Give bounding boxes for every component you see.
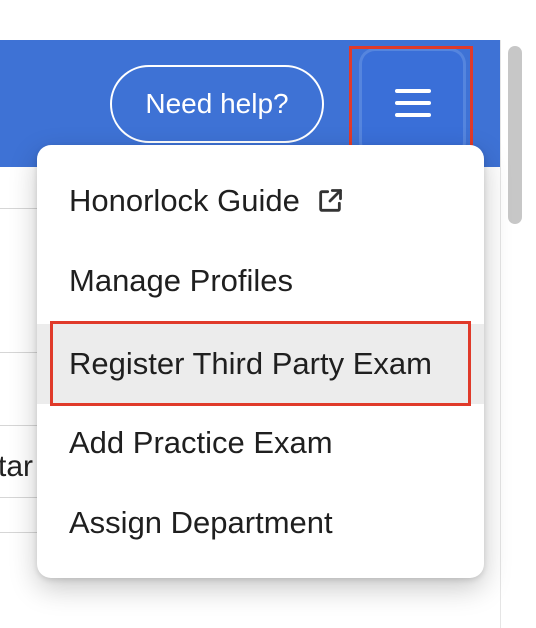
menu-item-register-third-party-exam[interactable]: Register Third Party Exam [37,324,484,404]
menu-toggle-button[interactable] [359,48,466,158]
menu-item-label: Assign Department [69,505,333,540]
external-link-icon [319,189,342,212]
app-viewport: Need help? tar Honorlock Guide Manage Pr… [0,0,536,628]
dropdown-menu: Honorlock Guide Manage Profiles Register… [37,145,484,578]
menu-item-label: Register Third Party Exam [69,346,432,381]
menu-item-label: Honorlock Guide [69,183,300,218]
scrollbar-thumb[interactable] [508,46,522,224]
background-cell-text: tar [0,450,34,483]
menu-item-assign-department[interactable]: Assign Department [37,483,484,563]
need-help-button[interactable]: Need help? [110,65,324,143]
top-gap [0,0,500,40]
menu-item-label: Add Practice Exam [69,425,333,460]
menu-item-manage-profiles[interactable]: Manage Profiles [37,241,484,321]
menu-item-honorlock-guide[interactable]: Honorlock Guide [37,161,484,241]
menu-item-label: Manage Profiles [69,263,294,298]
hamburger-icon [395,89,431,117]
menu-item-add-practice-exam[interactable]: Add Practice Exam [37,403,484,483]
